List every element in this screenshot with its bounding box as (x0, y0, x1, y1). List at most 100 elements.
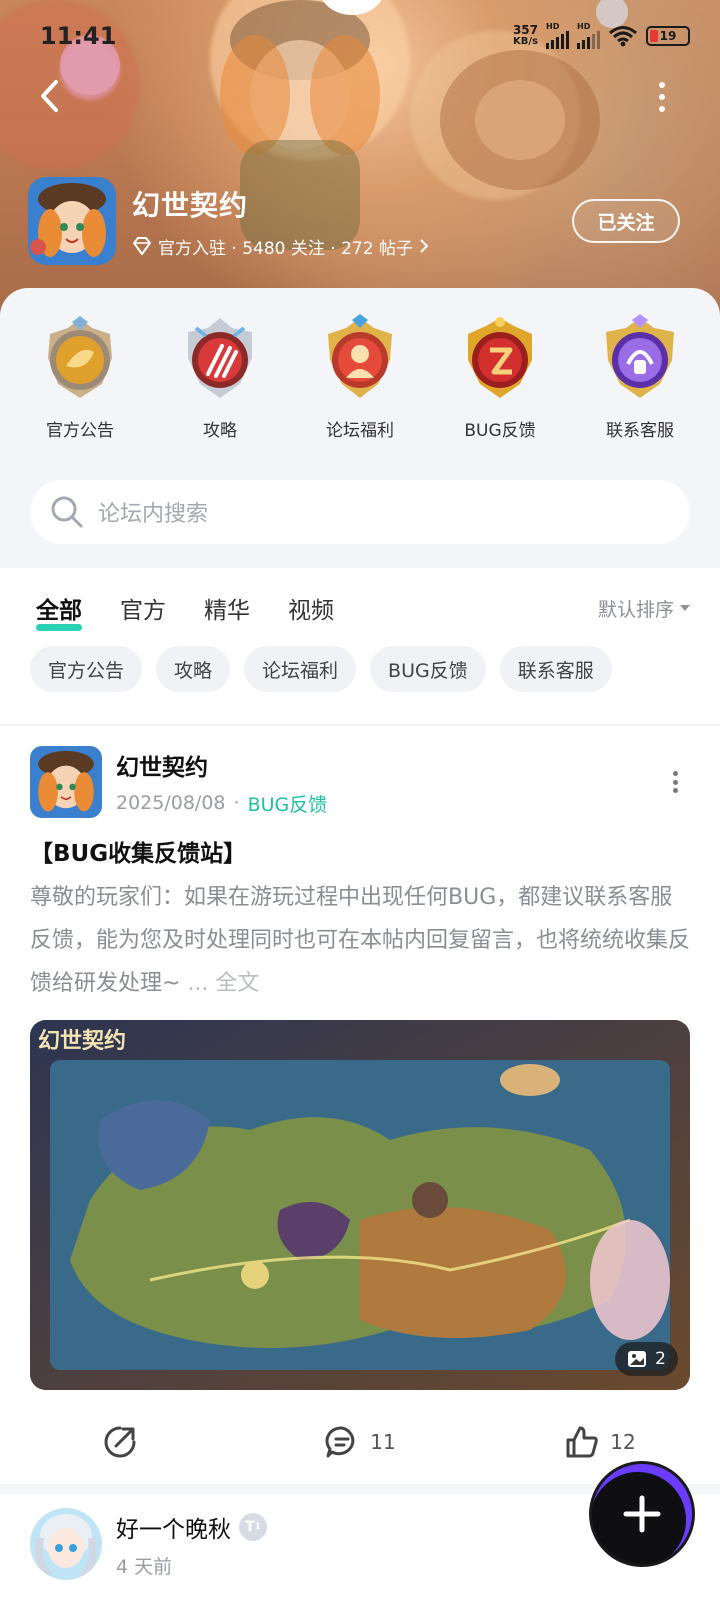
post-image[interactable]: 幻世契约 2 (30, 1020, 690, 1390)
category-guide[interactable]: 攻略 (170, 314, 270, 441)
like-button[interactable]: 12 (480, 1412, 720, 1472)
search-bar[interactable]: 论坛内搜索 (30, 480, 690, 544)
image-watermark: 幻世契约 (38, 1028, 126, 1054)
signal-bars-icon (577, 31, 600, 49)
comment-count: 11 (370, 1430, 396, 1454)
post-body[interactable]: 尊敬的玩家们：如果在游玩过程中出现任何BUG，都建议联系客服反馈，能为您及时处理… (30, 876, 690, 1005)
level-badge: T1 (239, 1512, 267, 1541)
post-actions: 11 12 (0, 1412, 720, 1472)
sort-label: 默认排序 (597, 598, 674, 621)
status-time: 11:41 (40, 22, 117, 50)
chip-bug-report[interactable]: BUG反馈 (370, 646, 486, 692)
hd-label-2: HD (577, 22, 591, 31)
topic-chips: 官方公告 攻略 论坛福利 BUG反馈 联系客服 (30, 646, 612, 692)
signal-bars-icon (546, 31, 569, 49)
category-label: 联系客服 (606, 421, 674, 441)
avatar-art (30, 746, 102, 818)
post-tag[interactable]: BUG反馈 (248, 790, 328, 817)
tab-all[interactable]: 全部 (36, 591, 82, 631)
divider (0, 724, 720, 726)
next-post-time: 4 天前 (116, 1555, 173, 1578)
status-icons: 357 KB/s HD HD 19 (513, 23, 690, 49)
claw-badge-icon (188, 318, 252, 398)
like-count: 12 (610, 1430, 636, 1454)
category-bug-report[interactable]: BUG反馈 (450, 314, 550, 441)
caret-down-icon (680, 605, 690, 611)
create-post-button[interactable] (592, 1464, 692, 1564)
net-speed-value: 357 (512, 23, 538, 37)
category-label: 攻略 (203, 421, 237, 441)
net-speed-unit: KB/s (512, 36, 538, 47)
sort-dropdown[interactable]: 默认排序 (598, 595, 690, 622)
post-meta: 2025/08/08 · BUG反馈 (116, 790, 327, 817)
avatar-art (30, 1508, 102, 1580)
game-meta[interactable]: 官方入驻 · 5480 关注 · 272 帖子 (132, 234, 429, 259)
next-post-header: 好一个晚秋 T1 4 天前 (30, 1506, 267, 1582)
status-bar: 11:41 357 KB/s HD HD 19 (40, 18, 690, 54)
avatar[interactable] (30, 746, 102, 818)
post-body-text: 尊敬的玩家们：如果在游玩过程中出现任何BUG，都建议联系客服反馈，能为您及时处理… (30, 885, 691, 996)
more-menu-button[interactable] (654, 82, 670, 112)
dot (659, 82, 665, 88)
category-panel: 官方公告 攻略 论坛福利 BUG反馈 联系客服 论坛内搜索 (0, 288, 720, 568)
chevron-right-icon (420, 239, 429, 253)
category-customer-service[interactable]: 联系客服 (590, 314, 690, 441)
signal-1: HD (546, 23, 569, 49)
dot (672, 788, 678, 793)
game-title: 幻世契约 (132, 188, 249, 222)
back-button[interactable] (34, 78, 64, 114)
chip-official-notice[interactable]: 官方公告 (30, 646, 143, 692)
game-map-image: 幻世契约 (30, 1020, 690, 1390)
post-more-button[interactable] (670, 771, 680, 793)
image-count-badge: 2 (615, 1342, 678, 1376)
post-author[interactable]: 幻世契约 (116, 748, 327, 782)
level-number: 1 (254, 1521, 261, 1532)
follow-button[interactable]: 已关注 (572, 199, 680, 243)
next-post-author[interactable]: 好一个晚秋 (116, 1510, 231, 1544)
headset-badge-icon (606, 314, 674, 398)
category-official-notice[interactable]: 官方公告 (30, 314, 130, 441)
bug-badge-icon (468, 317, 532, 398)
image-count: 2 (655, 1349, 666, 1369)
header-banner: 11:41 357 KB/s HD HD 19 幻世契约 官方入驻 · 5480… (0, 0, 720, 320)
post-filter-tabs: 全部 官方 精华 视频 默认排序 (36, 584, 690, 632)
game-header: 幻世契约 官方入驻 · 5480 关注 · 272 帖子 已关注 (28, 176, 680, 266)
hd-label-1: HD (546, 22, 560, 31)
search-input[interactable]: 论坛内搜索 (98, 496, 208, 528)
read-more-link[interactable]: ... 全文 (187, 971, 259, 996)
comment-button[interactable]: 11 (240, 1412, 480, 1472)
category-label: 官方公告 (46, 421, 114, 441)
next-post-user: 好一个晚秋 T1 4 天前 (116, 1510, 267, 1579)
chevron-left-icon (41, 80, 58, 112)
post-date: 2025/08/08 (116, 792, 226, 814)
battery-icon: 19 (646, 26, 690, 46)
category-forum-benefits[interactable]: 论坛福利 (310, 314, 410, 441)
category-label: 论坛福利 (326, 421, 394, 441)
tab-featured[interactable]: 精华 (204, 591, 250, 625)
game-icon-art (28, 177, 116, 265)
tab-official[interactable]: 官方 (120, 591, 166, 625)
thumbs-up-icon (566, 1426, 599, 1458)
chip-guide[interactable]: 攻略 (156, 646, 231, 692)
net-speed: 357 KB/s (512, 23, 538, 47)
game-icon[interactable] (28, 177, 116, 265)
tab-video[interactable]: 视频 (288, 591, 334, 625)
meta-separator: · (233, 792, 240, 814)
signal-2: HD (577, 23, 600, 49)
image-icon (628, 1351, 647, 1367)
plus-icon (623, 1495, 661, 1533)
next-post-author-row: 好一个晚秋 T1 (116, 1510, 267, 1544)
chip-customer-service[interactable]: 联系客服 (499, 646, 612, 692)
dot (659, 94, 665, 100)
dot (672, 779, 678, 785)
battery-level: 19 (659, 29, 677, 43)
share-button[interactable] (0, 1412, 240, 1472)
post-header: 幻世契约 2025/08/08 · BUG反馈 (30, 744, 680, 820)
category-row: 官方公告 攻略 论坛福利 BUG反馈 联系客服 (0, 314, 720, 441)
comment-icon (325, 1426, 355, 1458)
post-title[interactable]: 【BUG收集反馈站】 (30, 834, 246, 868)
search-icon (51, 496, 83, 528)
avatar[interactable] (30, 1508, 102, 1580)
megaphone-badge-icon (48, 316, 112, 398)
chip-forum-benefits[interactable]: 论坛福利 (244, 646, 357, 692)
